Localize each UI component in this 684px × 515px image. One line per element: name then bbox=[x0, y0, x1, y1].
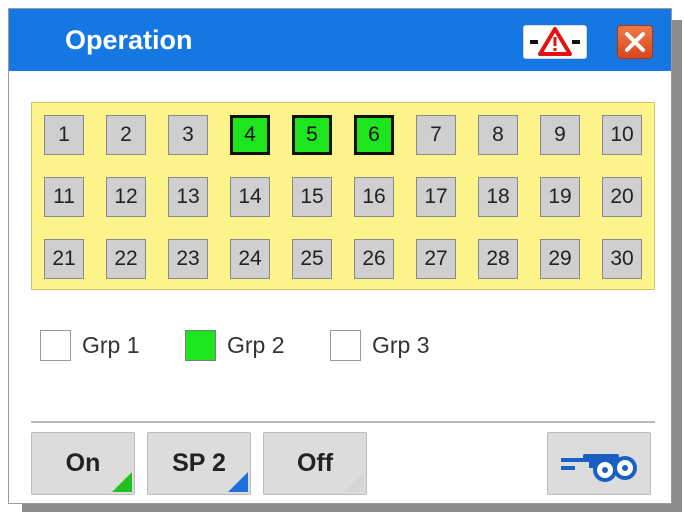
section-button-18[interactable]: 18 bbox=[478, 177, 518, 217]
section-button-24[interactable]: 24 bbox=[230, 239, 270, 279]
section-button-6[interactable]: 6 bbox=[354, 115, 394, 155]
sp2-corner-indicator bbox=[228, 472, 248, 492]
section-button-1[interactable]: 1 bbox=[44, 115, 84, 155]
group-1-label: Grp 1 bbox=[82, 332, 140, 358]
close-button[interactable] bbox=[617, 25, 653, 59]
section-button-8[interactable]: 8 bbox=[478, 115, 518, 155]
group-2-label: Grp 2 bbox=[227, 332, 285, 358]
section-button-28[interactable]: 28 bbox=[478, 239, 518, 279]
section-grid: 1 2 3 4 5 6 7 8 9 10 11 12 13 14 15 16 17 18 19 20 21 22 23 24 2… bbox=[31, 102, 655, 290]
group-3-checkbox[interactable] bbox=[330, 330, 361, 361]
title-bar: Operation bbox=[9, 9, 671, 71]
section-button-11[interactable]: 11 bbox=[44, 177, 84, 217]
on-corner-indicator bbox=[112, 472, 132, 492]
section-button-21[interactable]: 21 bbox=[44, 239, 84, 279]
warning-button[interactable] bbox=[523, 25, 587, 59]
section-button-22[interactable]: 22 bbox=[106, 239, 146, 279]
sp2-button[interactable]: SP 2 bbox=[147, 432, 251, 495]
section-button-2[interactable]: 2 bbox=[106, 115, 146, 155]
section-button-23[interactable]: 23 bbox=[168, 239, 208, 279]
window-title: Operation bbox=[65, 25, 193, 55]
group-2-checkbox[interactable] bbox=[185, 330, 216, 361]
section-button-15[interactable]: 15 bbox=[292, 177, 332, 217]
warning-triangle-icon bbox=[530, 27, 580, 56]
section-button-30[interactable]: 30 bbox=[602, 239, 642, 279]
section-button-17[interactable]: 17 bbox=[416, 177, 456, 217]
sprayer-icon bbox=[561, 453, 637, 482]
section-button-19[interactable]: 19 bbox=[540, 177, 580, 217]
divider bbox=[31, 421, 655, 423]
section-button-26[interactable]: 26 bbox=[354, 239, 394, 279]
section-button-9[interactable]: 9 bbox=[540, 115, 580, 155]
section-button-14[interactable]: 14 bbox=[230, 177, 270, 217]
section-button-27[interactable]: 27 bbox=[416, 239, 456, 279]
off-corner-indicator bbox=[344, 472, 364, 492]
section-button-10[interactable]: 10 bbox=[602, 115, 642, 155]
section-button-4[interactable]: 4 bbox=[230, 115, 270, 155]
operation-window: Operation 1 2 3 4 5 6 7 8 9 10 11 12 13 14 15 16 17 18 19 2… bbox=[8, 8, 672, 504]
close-icon bbox=[625, 32, 645, 52]
section-button-20[interactable]: 20 bbox=[602, 177, 642, 217]
off-button[interactable]: Off bbox=[263, 432, 367, 495]
sp2-button-label: SP 2 bbox=[172, 449, 226, 477]
group-3-label: Grp 3 bbox=[372, 332, 430, 358]
section-button-3[interactable]: 3 bbox=[168, 115, 208, 155]
section-button-5[interactable]: 5 bbox=[292, 115, 332, 155]
group-1-checkbox[interactable] bbox=[40, 330, 71, 361]
section-button-25[interactable]: 25 bbox=[292, 239, 332, 279]
section-button-29[interactable]: 29 bbox=[540, 239, 580, 279]
section-button-12[interactable]: 12 bbox=[106, 177, 146, 217]
section-button-16[interactable]: 16 bbox=[354, 177, 394, 217]
on-button[interactable]: On bbox=[31, 432, 135, 495]
section-button-13[interactable]: 13 bbox=[168, 177, 208, 217]
on-button-label: On bbox=[65, 449, 101, 477]
section-button-7[interactable]: 7 bbox=[416, 115, 456, 155]
off-button-label: Off bbox=[296, 449, 334, 477]
sprayer-button[interactable] bbox=[547, 432, 651, 495]
